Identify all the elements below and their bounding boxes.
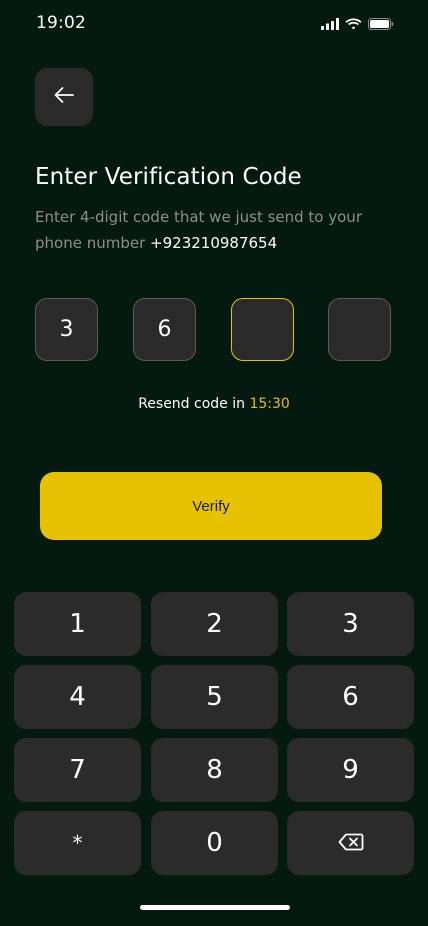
code-digit-3[interactable] <box>231 298 294 361</box>
key-2[interactable]: 2 <box>151 592 278 656</box>
key-6[interactable]: 6 <box>287 665 414 729</box>
key-4[interactable]: 4 <box>14 665 141 729</box>
resend-label: Resend code in <box>138 396 245 412</box>
signal-icon <box>321 15 339 34</box>
key-3[interactable]: 3 <box>287 592 414 656</box>
key-backspace[interactable] <box>287 811 414 875</box>
subtitle: Enter 4-digit code that we just send to … <box>35 204 395 256</box>
backspace-icon <box>338 828 364 858</box>
status-time: 19:02 <box>36 13 86 33</box>
home-indicator <box>140 905 290 910</box>
arrow-left-icon <box>53 86 75 108</box>
back-button[interactable] <box>35 68 93 126</box>
status-bar: 19:02 <box>0 0 428 48</box>
key-1[interactable]: 1 <box>14 592 141 656</box>
code-digit-4[interactable] <box>328 298 391 361</box>
key-7[interactable]: 7 <box>14 738 141 802</box>
code-digit-2[interactable]: 6 <box>133 298 196 361</box>
status-icons <box>321 15 394 34</box>
battery-icon <box>368 15 394 34</box>
page-title: Enter Verification Code <box>35 164 302 190</box>
key-5[interactable]: 5 <box>151 665 278 729</box>
resend-code: Resend code in 15:30 <box>0 396 428 412</box>
code-digit-1[interactable]: 3 <box>35 298 98 361</box>
verify-button[interactable]: Verify <box>40 472 382 540</box>
phone-number: +923210987654 <box>150 234 278 252</box>
resend-timer: 15:30 <box>249 396 290 412</box>
code-input-row: 3 6 <box>35 298 393 363</box>
key-8[interactable]: 8 <box>151 738 278 802</box>
key-star[interactable]: * <box>14 811 141 875</box>
key-0[interactable]: 0 <box>151 811 278 875</box>
wifi-icon <box>345 15 362 34</box>
key-9[interactable]: 9 <box>287 738 414 802</box>
